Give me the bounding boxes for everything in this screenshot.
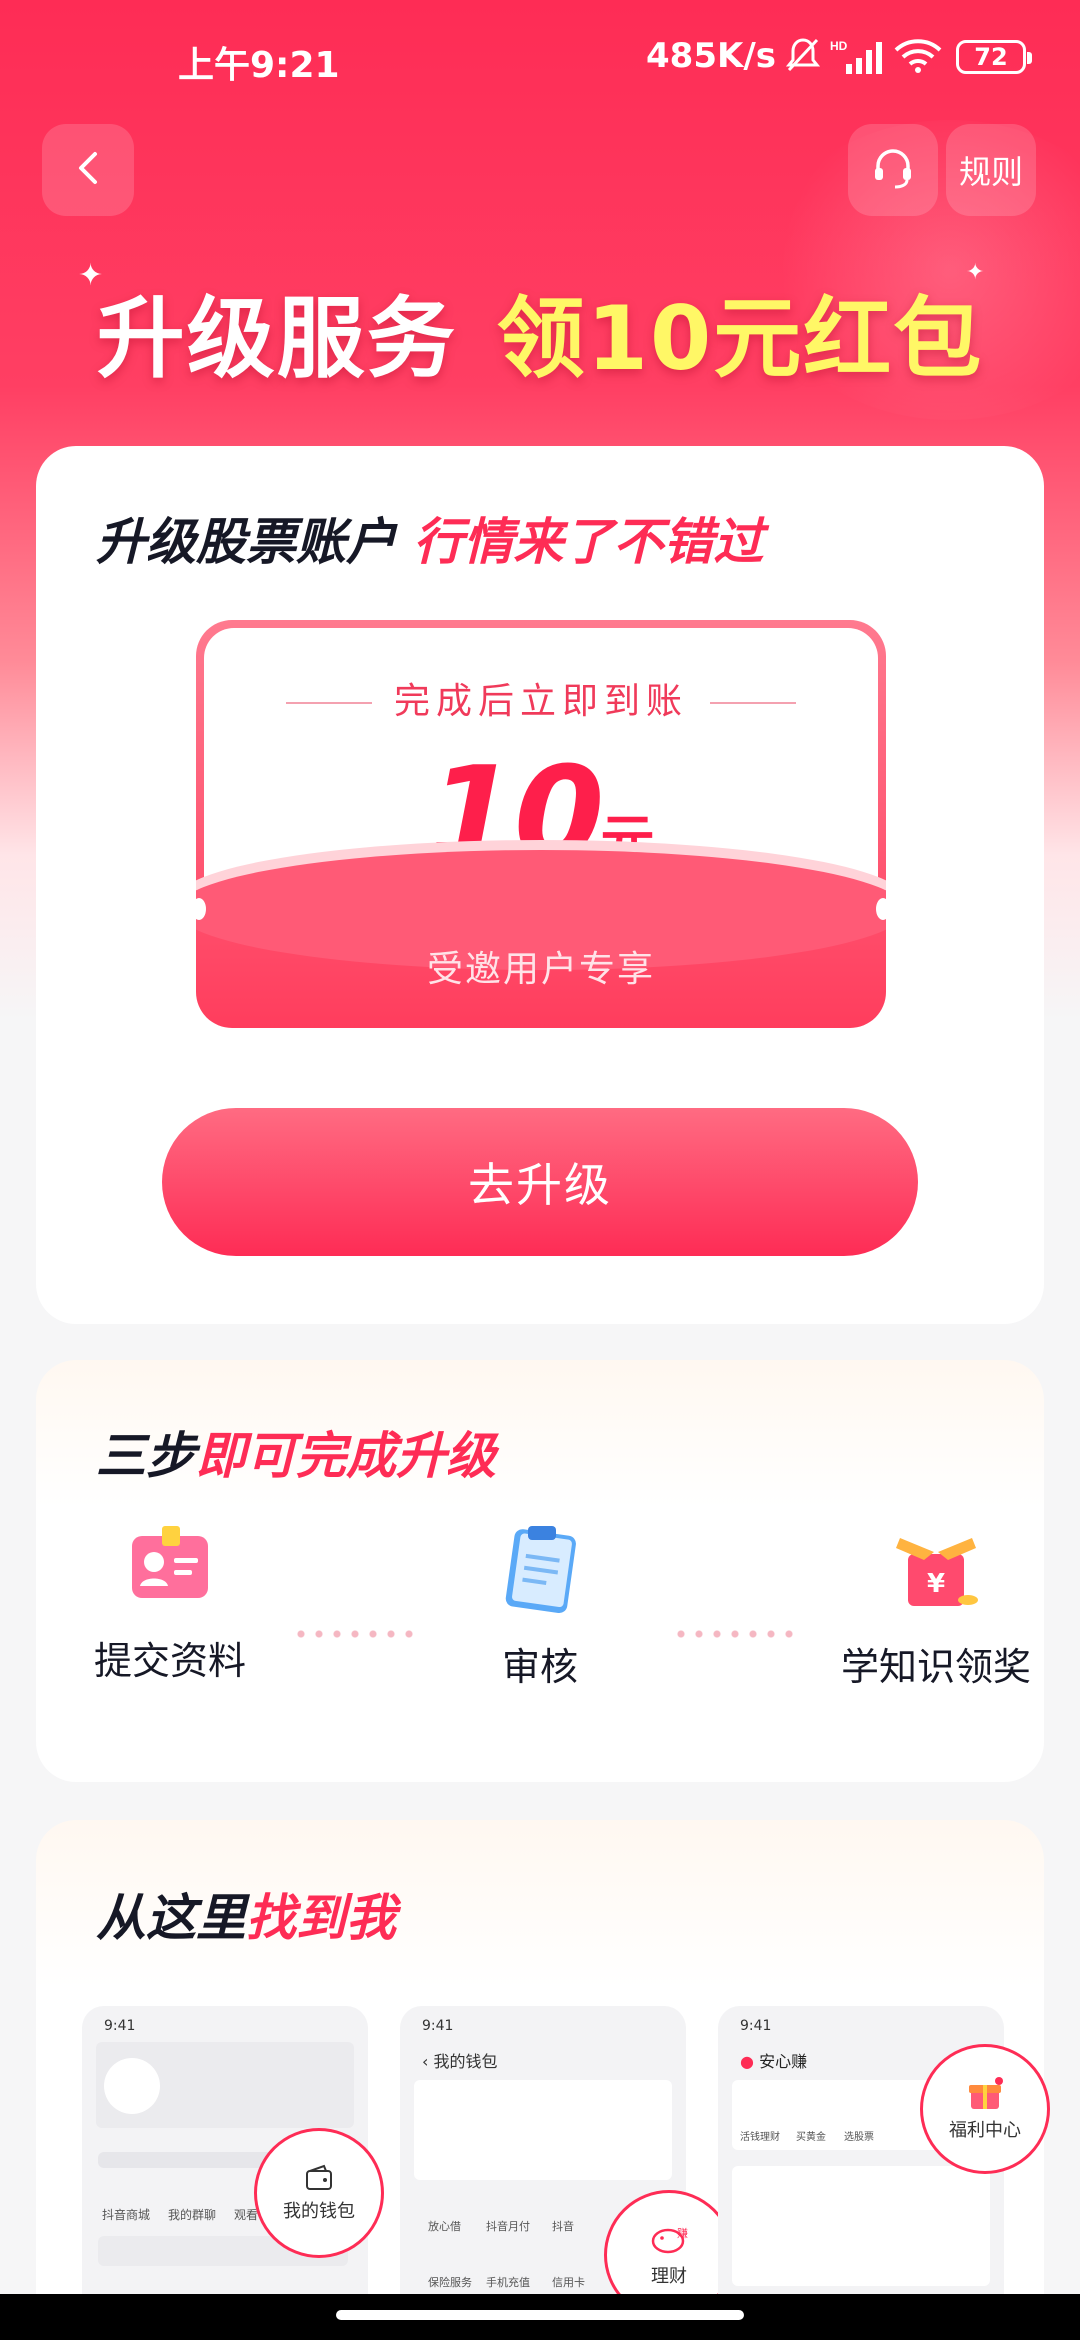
preview-time: 9:41 [422,2018,454,2034]
preview-time: 9:41 [740,2018,772,2034]
steps-card: 三步即可完成升级 提交资料 审核 ¥ 学知识领奖 [36,1360,1044,1782]
banner-title: 升级服务 [96,287,457,390]
step-connector [292,1630,422,1638]
piggy-bank-icon: 赚 [648,2223,690,2262]
step-label: 学知识领奖 [840,1645,1031,1689]
status-bar: 上午9:21 485K/s HD 72 [0,0,1080,110]
shield-icon: ● [740,2052,754,2071]
preview-item: 买黄金 [796,2132,826,2143]
svg-text:¥: ¥ [927,1569,945,1599]
steps-card-title: 三步即可完成升级 [96,1416,496,1488]
preview-item: 保险服务 [428,2276,472,2289]
preview-item: 抖音月付 [486,2220,530,2233]
svg-text:HD: HD [830,39,848,53]
welfare-center-bubble[interactable]: 福利中心 [920,2044,1050,2174]
svg-text:赚: 赚 [677,2226,688,2240]
reward-card-title: 升级股票账户 行情来了不错过 [96,502,763,574]
preview-item: 抖音 [552,2220,574,2233]
title-red: 即可完成升级 [196,1427,496,1485]
preview-time: 9:41 [104,2018,136,2034]
preview-header: ● 安心赚 [740,2048,807,2072]
preview-item: 观看 [234,2208,259,2222]
title-dark: 三步 [96,1427,196,1485]
coupon-notch [876,898,886,920]
title-dark: 升级股票账户 [96,513,396,571]
wallet-icon [304,2164,334,2197]
mute-icon [785,36,821,76]
title-red: 行情来了不错过 [413,513,764,571]
bubble-label: 我的钱包 [283,2200,355,2222]
gift-icon [965,2076,1005,2116]
back-button[interactable] [42,124,134,216]
network-speed: 485K/s [646,36,776,76]
step-item: 提交资料 [60,1520,280,1685]
step-connector [672,1630,802,1638]
hd-signal-icon: HD [830,36,884,76]
find-entry-card: 从这里找到我 9:41 抖音商城 我的群聊 观看 我的钱包 9:41 ‹ 我的钱… [36,1820,1050,2340]
step-label: 审核 [501,1645,578,1689]
preview-header: ‹ 我的钱包 [422,2052,498,2071]
preview-item: 我的群聊 [168,2208,217,2222]
preview-item: 信用卡 [552,2276,585,2289]
banner-highlight: 领10元红包 [496,287,984,390]
preview-item: 抖音商城 [102,2208,151,2222]
chevron-left-icon [73,148,103,192]
title-red: 找到我 [246,1889,396,1947]
home-indicator[interactable] [336,2310,744,2320]
gift-box-icon: ¥ [886,1538,986,1620]
headset-icon [869,144,917,196]
page-banner: 升级服务 领10元红包 [0,268,1080,395]
preview-header-label: 我的钱包 [433,2052,498,2071]
preview-item: 手机充值 [486,2276,530,2289]
id-card-icon [120,1526,220,1614]
reward-card: 升级股票账户 行情来了不错过 完成后立即到账 10元 受邀用户专享 去升级 [36,446,1044,1324]
wifi-icon [892,36,944,76]
rules-button[interactable]: 规则 [946,124,1036,216]
wallet-entry-bubble[interactable]: 我的钱包 [254,2128,384,2258]
title-dark: 从这里 [96,1889,246,1947]
battery-icon: 72 [956,40,1032,74]
clipboard-icon [490,1526,590,1620]
upgrade-button[interactable]: 去升级 [162,1108,918,1256]
bubble-label: 理财 [651,2265,687,2287]
step-item: ¥ 学知识领奖 [826,1520,1046,1691]
customer-service-button[interactable] [848,124,938,216]
avatar [104,2058,160,2114]
step-label: 提交资料 [93,1639,246,1683]
exclusive-label: 受邀用户专享 [426,949,655,990]
bubble-label: 福利中心 [949,2119,1021,2141]
preview-item: 活钱理财 [740,2132,780,2143]
find-card-title: 从这里找到我 [96,1878,396,1950]
battery-level: 72 [974,43,1008,71]
red-packet-coupon: 完成后立即到账 10元 受邀用户专享 [196,620,886,1028]
step-item: 审核 [430,1520,650,1691]
placeholder-block [414,2080,672,2180]
coupon-caption: 完成后立即到账 [204,672,878,724]
preview-item: 放心借 [428,2220,461,2233]
preview-item: 选股票 [844,2132,874,2143]
status-time: 上午9:21 [178,45,340,86]
preview-header-label: 安心赚 [759,2052,808,2071]
placeholder-block [732,2166,990,2286]
